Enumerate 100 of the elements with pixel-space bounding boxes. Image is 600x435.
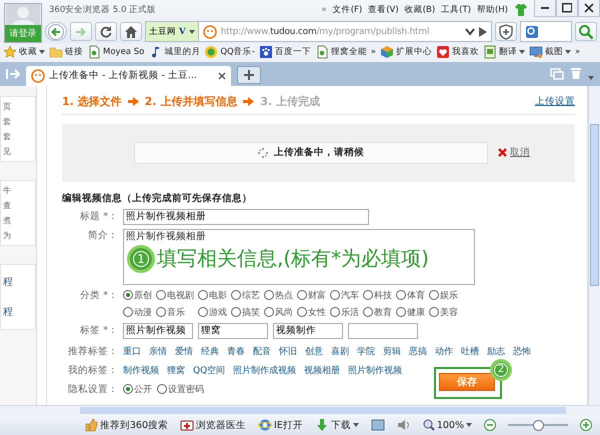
tag-link[interactable]: 爱情: [175, 344, 193, 358]
bookmark-item[interactable]: 百度一下: [258, 45, 311, 60]
home-button[interactable]: [120, 22, 142, 41]
radio-option[interactable]: 财富: [297, 288, 330, 302]
tag-field[interactable]: 照片制作视频: [123, 322, 193, 339]
sidebar-text: 页: [3, 100, 12, 112]
sidebar-text[interactable]: 程: [3, 274, 35, 289]
radio-option[interactable]: 体育: [396, 288, 429, 302]
tag-link[interactable]: 创意: [305, 344, 323, 358]
tag-field[interactable]: [348, 322, 418, 339]
tag-link[interactable]: 学院: [357, 344, 375, 358]
tag-field[interactable]: 狸窝: [198, 322, 268, 339]
tag-link[interactable]: 视频相册: [304, 364, 340, 377]
tag-link[interactable]: 照片制作视频: [348, 364, 402, 377]
tag-link[interactable]: 重口: [123, 344, 141, 358]
zoom-menu[interactable]: 100%: [422, 419, 472, 432]
bookmark-item[interactable]: QQ音乐-: [204, 45, 255, 60]
refresh-icon: [98, 24, 114, 40]
radio-option[interactable]: 音乐: [156, 306, 198, 319]
tag-link[interactable]: 亲情: [149, 344, 167, 358]
bookmark-item[interactable]: 我喜欢: [436, 45, 479, 60]
more-menu-chevron[interactable]: »: [321, 5, 327, 15]
tag-link[interactable]: 恶搞: [409, 344, 427, 358]
new-tab-button[interactable]: [237, 66, 261, 84]
tag-link[interactable]: 剪辑: [383, 344, 401, 358]
tag-field[interactable]: 视频制作: [273, 322, 343, 339]
bookmark-item[interactable]: 狸窝全能: [314, 45, 367, 60]
tag-link[interactable]: 喜剧: [331, 344, 349, 358]
radio-option[interactable]: 科技: [363, 288, 396, 302]
tag-link[interactable]: QQ空间: [193, 364, 226, 377]
shield-button[interactable]: [495, 22, 517, 41]
menu-item[interactable]: 文件(F): [332, 4, 362, 16]
browser-tab[interactable]: 上传准备中 - 上传新视频 - 土豆...: [26, 66, 231, 86]
radio-option[interactable]: 综艺: [231, 288, 264, 302]
radio-option[interactable]: 女性: [297, 306, 330, 319]
tag-link[interactable]: 照片制作成视频: [233, 364, 296, 377]
cancel-link[interactable]: 取消: [498, 146, 530, 160]
zoom-slider-thumb[interactable]: [533, 420, 544, 432]
radio-option[interactable]: 健康: [396, 306, 429, 319]
tag-link[interactable]: 狸窝: [167, 364, 185, 377]
search-button[interactable]: [575, 22, 597, 41]
vertical-scrollbar[interactable]: [588, 86, 600, 406]
tag-link[interactable]: 配音: [253, 344, 271, 358]
step-label: 3. 上传完成: [260, 94, 320, 110]
sidebar-text[interactable]: 程: [3, 304, 35, 319]
radio-option[interactable]: 动漫: [123, 306, 156, 319]
upload-settings-link[interactable]: 上传设置: [535, 95, 575, 108]
radio-option[interactable]: 电影: [198, 288, 231, 302]
radio-option[interactable]: 乐活: [330, 306, 363, 319]
search-field[interactable]: [520, 21, 572, 42]
tag-link[interactable]: 青春: [227, 344, 245, 358]
radio-option[interactable]: 搞笑: [231, 306, 264, 319]
status-item[interactable]: 下载: [314, 418, 359, 432]
radio-option[interactable]: 美容: [429, 306, 462, 319]
tag-link[interactable]: 经典: [201, 344, 219, 358]
bookmark-item[interactable]: 截图: [528, 45, 571, 60]
radio-option[interactable]: 设置密码: [157, 382, 204, 396]
tag-link[interactable]: 吐槽: [461, 344, 479, 358]
refresh-button[interactable]: [95, 22, 117, 41]
menu-item[interactable]: 查看(V): [368, 4, 399, 16]
more-bookmarks-chevron[interactable]: »: [574, 47, 580, 58]
bookmark-item[interactable]: Moyea So: [87, 45, 144, 60]
maximize-button[interactable]: [556, 0, 578, 17]
radio-option[interactable]: 原创: [123, 288, 156, 302]
radio-option[interactable]: 娱乐: [429, 288, 462, 302]
minimize-button[interactable]: [534, 0, 556, 17]
title-field[interactable]: 照片制作视频相册: [123, 208, 369, 225]
radio-option[interactable]: 游戏: [198, 306, 231, 319]
tag-link[interactable]: 动作: [435, 344, 453, 358]
bookmark-item[interactable]: 收藏: [3, 45, 45, 60]
paw-icon: [258, 45, 273, 60]
tag-link[interactable]: 恐怖: [513, 344, 531, 358]
bookmark-item[interactable]: 扩展中心: [380, 45, 432, 60]
status-item[interactable]: IE打开: [258, 418, 303, 432]
spinner-icon: [258, 148, 268, 158]
radio-option[interactable]: 电视剧: [156, 288, 198, 302]
status-item[interactable]: 推荐到360搜索: [84, 418, 168, 432]
address-bar[interactable]: 土豆网 V http://www.tudou.com/my/program/publish.html: [145, 21, 492, 42]
radio-option[interactable]: 教育: [363, 306, 396, 319]
callout-text: 填写相关信息,(标有*为必填项): [157, 245, 429, 272]
status-item[interactable]: 浏览器医生: [180, 418, 246, 432]
more-bookmarks-chevron[interactable]: »: [370, 47, 376, 58]
bookmark-item[interactable]: 城里的月: [148, 45, 200, 60]
tag-link[interactable]: 励志: [487, 344, 505, 358]
bookmark-item[interactable]: 链接: [49, 45, 83, 60]
menu-item[interactable]: 收藏(B): [404, 4, 436, 16]
menu-item[interactable]: 工具(T): [441, 4, 471, 16]
radio-option[interactable]: 公开: [123, 382, 152, 396]
tag-link[interactable]: 怀旧: [279, 344, 297, 358]
radio-option[interactable]: 热点: [264, 288, 297, 302]
close-button[interactable]: [578, 0, 600, 17]
maximize-icon: [562, 3, 572, 13]
back-button[interactable]: [45, 22, 67, 41]
horizontal-scrollbar[interactable]: [0, 405, 600, 416]
radio-option[interactable]: 风尚: [264, 306, 297, 319]
menu-item[interactable]: 帮助(H): [476, 4, 508, 16]
site-selector[interactable]: 土豆网 V: [146, 22, 199, 41]
tag-link[interactable]: 制作视频: [123, 364, 159, 377]
radio-option[interactable]: 汽车: [330, 288, 363, 302]
bookmark-item[interactable]: 翻译: [482, 45, 525, 60]
